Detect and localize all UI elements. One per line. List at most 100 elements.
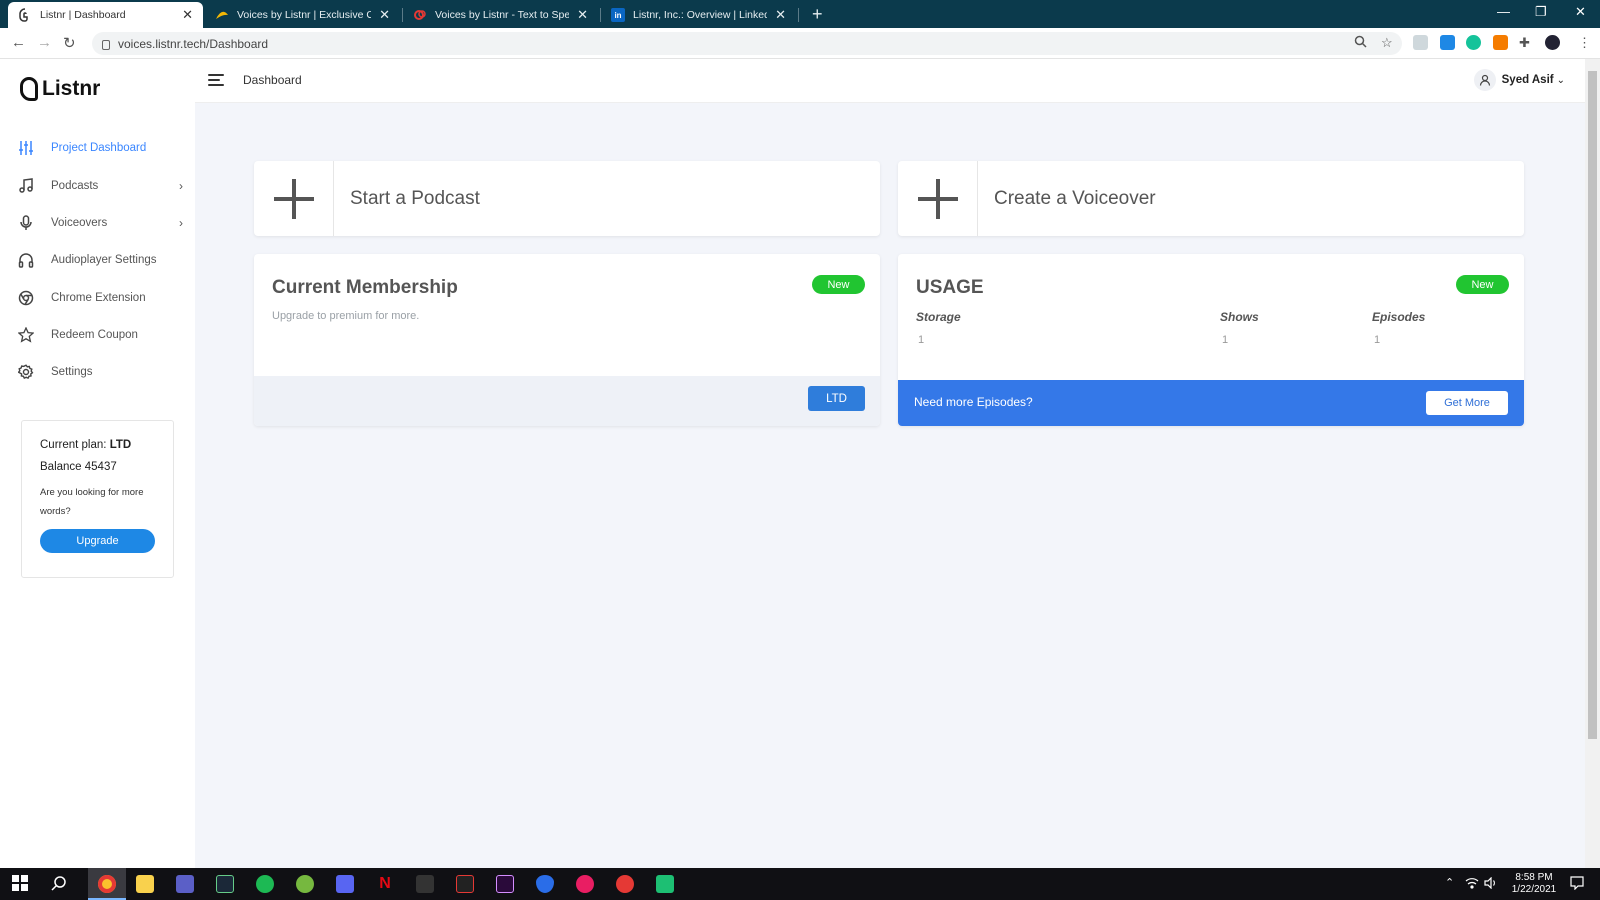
valorant-icon[interactable]: [456, 875, 474, 893]
usage-footer: Need more Episodes? Get More: [898, 380, 1524, 426]
discord-icon[interactable]: [336, 875, 354, 893]
bookmark-star-icon[interactable]: ☆: [1381, 35, 1393, 51]
sidebar-item-label: Settings: [51, 366, 93, 378]
episodes-value: 1: [1374, 334, 1381, 346]
membership-subtitle: Upgrade to premium for more.: [272, 310, 420, 322]
shield-extension-icon[interactable]: [1413, 35, 1428, 50]
sidebar-item-project-dashboard[interactable]: Project Dashboard: [0, 129, 195, 167]
sidebar-item-podcasts[interactable]: Podcasts ›: [0, 167, 195, 205]
sidebar-item-voiceovers[interactable]: Voiceovers ›: [0, 204, 195, 242]
volume-icon[interactable]: [1484, 876, 1498, 893]
browser-menu-icon[interactable]: ⋮: [1578, 35, 1591, 51]
plan-label: Current plan:: [40, 439, 107, 451]
url-text: voices.listnr.tech/Dashboard: [118, 36, 269, 51]
user-avatar-icon: [1473, 69, 1496, 91]
usage-title: USAGE: [916, 277, 984, 298]
spotify-icon[interactable]: [256, 875, 274, 893]
start-podcast-card[interactable]: Start a Podcast: [254, 161, 880, 236]
zoom-icon[interactable]: [1354, 35, 1367, 51]
user-menu[interactable]: Syed Asif ⌄: [1473, 69, 1565, 91]
epic-games-icon[interactable]: [416, 875, 434, 893]
browser-tabbar: Listnr | Dashboard ✕ Voices by Listnr | …: [0, 0, 1600, 28]
get-more-button[interactable]: Get More: [1426, 391, 1508, 415]
episodes-label: Episodes: [1372, 310, 1426, 324]
tab-voices-tts[interactable]: Voices by Listnr - Text to Speech ✕: [403, 2, 598, 28]
network-icon[interactable]: [1465, 877, 1479, 893]
reload-icon[interactable]: ↻: [63, 34, 76, 52]
close-tab-icon[interactable]: ✕: [775, 7, 786, 23]
current-plan: Current plan: LTD: [40, 439, 155, 451]
new-badge: New: [812, 275, 865, 294]
scrollbar-thumb[interactable]: [1588, 71, 1597, 739]
create-voiceover-card[interactable]: Create a Voiceover: [898, 161, 1524, 236]
extension-icon[interactable]: [1440, 35, 1455, 50]
tab-linkedin[interactable]: in Listnr, Inc.: Overview | LinkedIn ✕: [601, 2, 796, 28]
sidebar-item-settings[interactable]: Settings: [0, 353, 195, 391]
close-tab-icon[interactable]: ✕: [379, 7, 390, 23]
fiverr-icon[interactable]: [656, 875, 674, 893]
chevron-down-icon: ⌄: [1556, 74, 1565, 86]
ltd-button[interactable]: LTD: [808, 386, 865, 411]
gear-icon: [18, 364, 34, 380]
forward-arrow-icon[interactable]: →: [37, 34, 52, 51]
teams-icon[interactable]: [176, 875, 194, 893]
coupon-extension-icon[interactable]: [1493, 35, 1508, 50]
listnr-favicon-icon: [18, 8, 32, 22]
page-header: Dashboard Syed Asif ⌄: [195, 59, 1585, 103]
balance: Balance 45437: [40, 461, 155, 473]
listnr-ear-logo-icon: [20, 77, 38, 101]
sidebar: Listnr Project Dashboard Podcasts › Voic…: [0, 59, 195, 868]
linkedin-favicon-icon: in: [611, 8, 625, 22]
sidebar-item-redeem-coupon[interactable]: Redeem Coupon: [0, 316, 195, 354]
app-icon[interactable]: [576, 875, 594, 893]
system-clock[interactable]: 8:58 PM 1/22/2021: [1505, 872, 1563, 896]
sidebar-item-label: Chrome Extension: [51, 292, 146, 304]
vpn-shield-icon[interactable]: [536, 875, 554, 893]
sidebar-item-chrome-extension[interactable]: Chrome Extension: [0, 279, 195, 317]
close-tab-icon[interactable]: ✕: [577, 7, 588, 23]
extensions-puzzle-icon[interactable]: ✚: [1519, 35, 1534, 50]
back-arrow-icon[interactable]: ←: [11, 34, 26, 51]
netflix-icon[interactable]: N: [376, 875, 394, 893]
upgrade-button[interactable]: Upgrade: [40, 529, 155, 553]
utorrent-icon[interactable]: [296, 875, 314, 893]
page-title: Dashboard: [243, 73, 302, 87]
windows-start-icon[interactable]: [12, 875, 30, 893]
plan-card: Current plan: LTD Balance 45437 Are you …: [21, 420, 174, 578]
music-note-icon: [18, 178, 34, 194]
close-tab-icon[interactable]: ✕: [182, 7, 193, 23]
sidebar-item-label: Podcasts: [51, 180, 99, 192]
chrome-taskbar-icon[interactable]: [98, 875, 116, 893]
restore-window-icon[interactable]: ❐: [1535, 4, 1547, 20]
sidebar-item-label: Redeem Coupon: [51, 329, 138, 341]
windows-taskbar: N ⌃ 8:58 PM 1/22/2021: [0, 868, 1600, 900]
headphones-icon: [18, 252, 34, 268]
new-badge: New: [1456, 275, 1509, 294]
sidebar-item-audioplayer-settings[interactable]: Audioplayer Settings: [0, 241, 195, 279]
app-icon[interactable]: [616, 875, 634, 893]
clock-date: 1/22/2021: [1511, 884, 1557, 895]
profile-avatar-icon[interactable]: [1545, 35, 1560, 50]
minimize-window-icon[interactable]: —: [1497, 4, 1510, 19]
page-scrollbar[interactable]: [1585, 59, 1600, 868]
tab-listnr-dashboard[interactable]: Listnr | Dashboard ✕: [8, 2, 203, 28]
notification-center-icon[interactable]: [1570, 876, 1584, 894]
tab-separator: [798, 8, 799, 22]
file-explorer-icon[interactable]: [136, 875, 154, 893]
voices-favicon-icon: [215, 8, 229, 22]
tab-title: Listnr | Dashboard: [40, 9, 126, 21]
hamburger-menu-icon[interactable]: [208, 74, 224, 86]
steam-icon[interactable]: [216, 875, 234, 893]
address-bar[interactable]: voices.listnr.tech/Dashboard: [92, 32, 1402, 55]
premiere-pro-icon[interactable]: [496, 875, 514, 893]
search-icon[interactable]: [51, 875, 69, 893]
logo-text: Listnr: [42, 77, 101, 100]
grammarly-icon[interactable]: [1466, 35, 1481, 50]
tab-voices-offer[interactable]: Voices by Listnr | Exclusive Offer f ✕: [205, 2, 400, 28]
membership-card: Current Membership New Upgrade to premiu…: [254, 254, 880, 426]
new-tab-icon[interactable]: +: [812, 4, 823, 25]
listnr-logo[interactable]: Listnr: [20, 77, 100, 101]
tray-chevron-up-icon[interactable]: ⌃: [1445, 877, 1454, 889]
create-voiceover-label: Create a Voiceover: [994, 187, 1156, 209]
close-window-icon[interactable]: ✕: [1575, 4, 1586, 20]
